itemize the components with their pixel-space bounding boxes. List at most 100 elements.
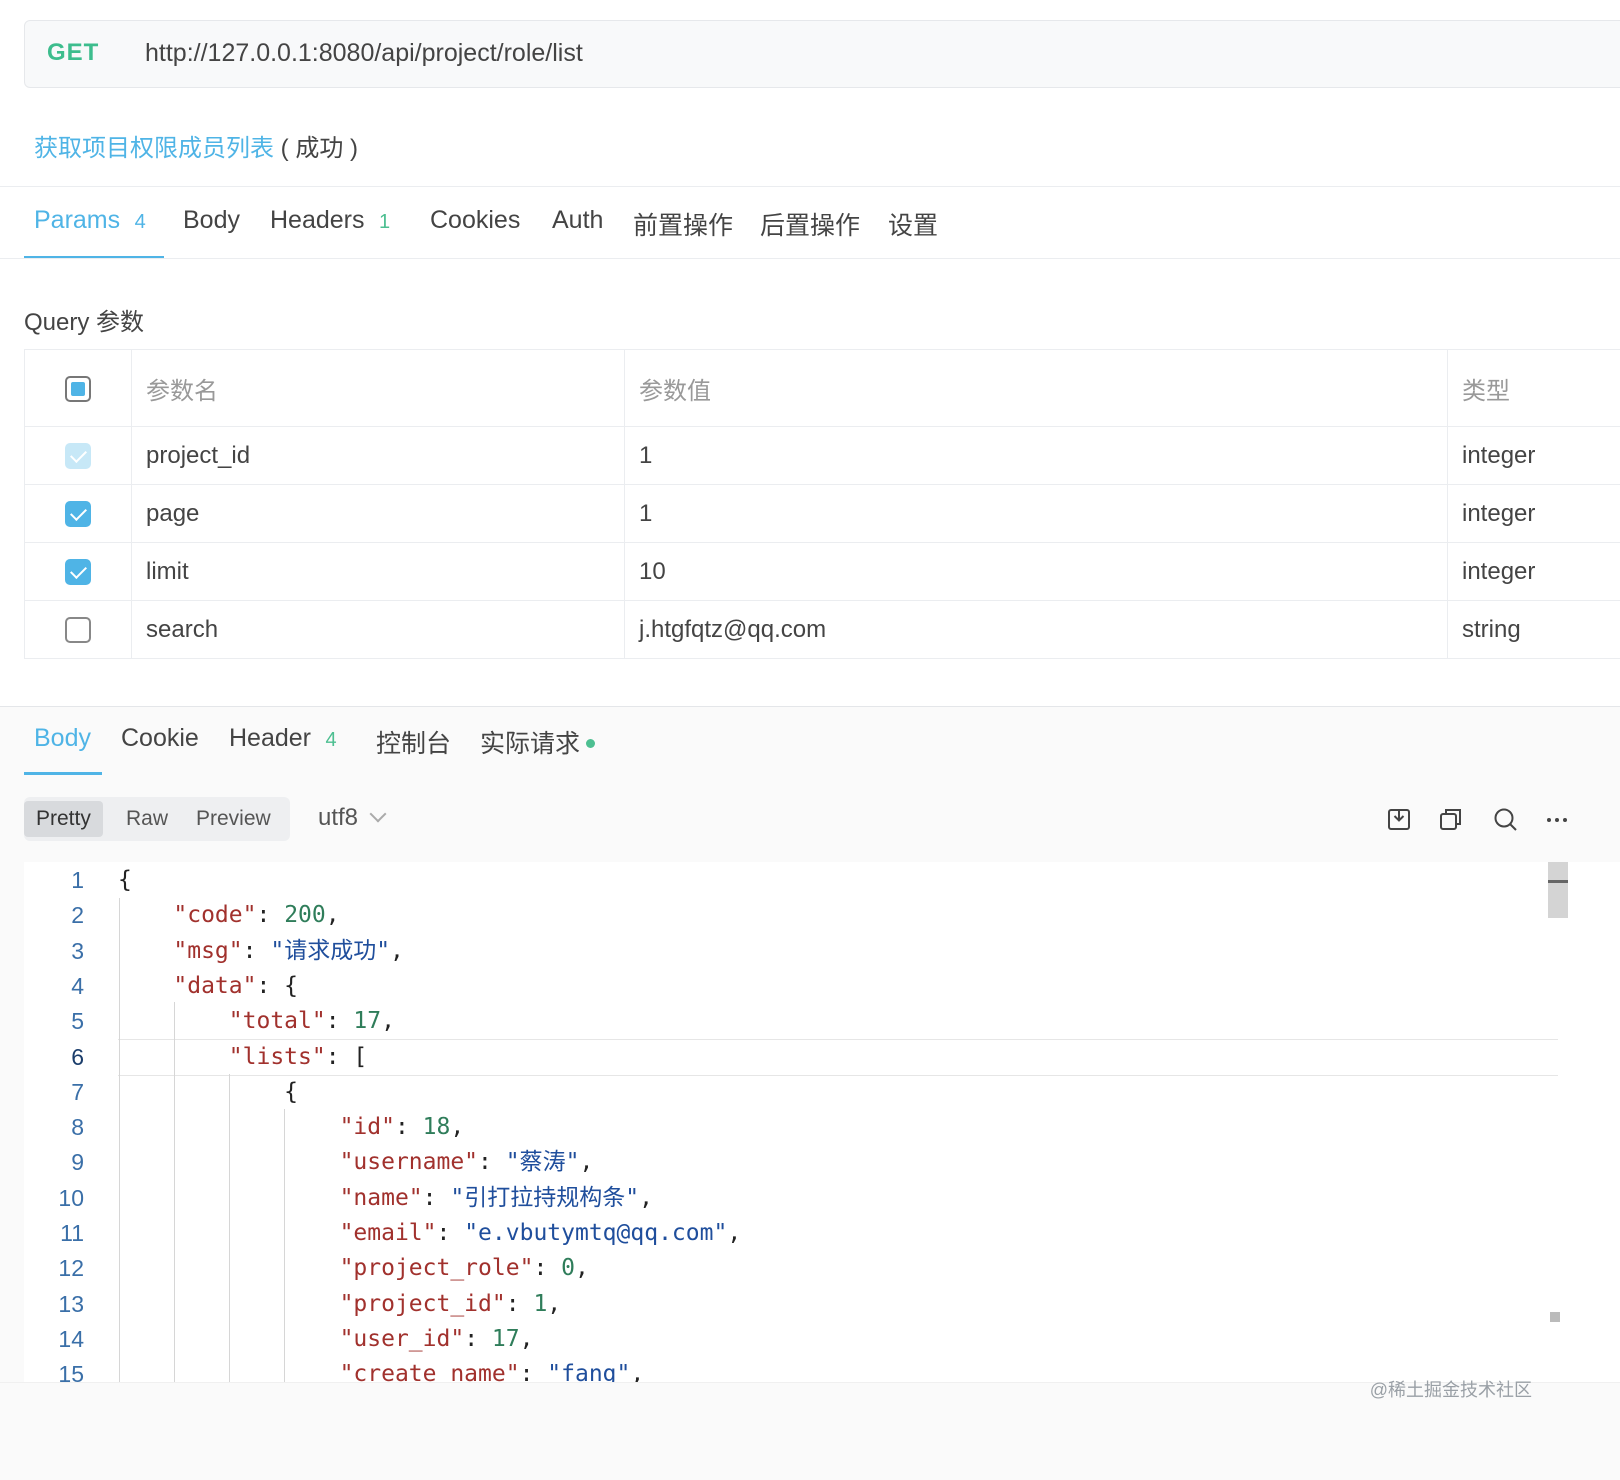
param-name[interactable]: page <box>131 484 625 543</box>
active-resp-tab-indicator <box>24 772 102 775</box>
more-icon[interactable] <box>1544 806 1570 832</box>
line-number: 3 <box>71 937 84 964</box>
code-text: "name": "引打拉持规构条", <box>339 1184 653 1211</box>
code-text: "email": "e.vbutymtq@qq.com", <box>339 1220 742 1246</box>
params-count-badge: 4 <box>134 211 146 233</box>
line-number: 14 <box>58 1325 84 1352</box>
tab-params[interactable]: Params 4 <box>34 206 152 235</box>
headers-count-badge: 1 <box>378 211 391 233</box>
resp-tab-actual-request[interactable]: 实际请求 <box>480 724 596 760</box>
param-value[interactable]: 1 <box>624 484 1448 543</box>
resp-tab-body[interactable]: Body <box>34 724 91 753</box>
row-checkbox[interactable] <box>65 559 91 586</box>
param-value[interactable]: 1 <box>624 426 1448 485</box>
col-header-type: 类型 <box>1447 349 1620 427</box>
table-row: limit 10 integer <box>24 542 1620 601</box>
line-number: 10 <box>58 1184 84 1211</box>
param-name[interactable]: limit <box>131 542 625 601</box>
row-checkbox[interactable] <box>65 501 91 528</box>
col-header-name: 参数名 <box>131 349 625 427</box>
code-text: "total": 17, <box>228 1008 395 1035</box>
select-all-checkbox[interactable] <box>65 375 91 402</box>
tab-cookies[interactable]: Cookies <box>430 206 520 235</box>
line-number: 5 <box>71 1008 84 1035</box>
params-table: 参数名 参数值 类型 project_id 1 integer page 1 i… <box>24 349 1620 659</box>
divider <box>0 258 1620 259</box>
code-text: { <box>118 867 132 893</box>
status-dot-icon <box>586 739 596 748</box>
http-method[interactable]: GET <box>47 39 99 67</box>
line-number: 12 <box>58 1255 84 1282</box>
code-text: "user_id": 17, <box>339 1325 534 1352</box>
line-number: 4 <box>71 972 84 999</box>
tab-pre-request[interactable]: 前置操作 <box>633 206 733 242</box>
line-number: 8 <box>71 1114 84 1141</box>
chevron-down-icon <box>369 805 387 823</box>
table-header-row: 参数名 参数值 类型 <box>24 349 1620 427</box>
code-line: 13 "project_id": 1, <box>24 1286 1620 1322</box>
code-text: { <box>118 1078 299 1105</box>
col-header-value: 参数值 <box>624 349 1448 427</box>
code-line: 3 "msg": "请求成功", <box>24 933 1620 969</box>
param-name[interactable]: project_id <box>131 426 625 485</box>
api-title: 获取项目权限成员列表 ( 成功 ) <box>34 128 358 163</box>
url-bar[interactable]: GET http://127.0.0.1:8080/api/project/ro… <box>24 20 1620 88</box>
divider <box>0 186 1620 187</box>
code-line: 5 "total": 17, <box>24 1003 1620 1039</box>
param-type[interactable]: integer <box>1447 426 1620 485</box>
code-line: 12 "project_role": 0, <box>24 1250 1620 1286</box>
line-number: 15 <box>58 1361 84 1382</box>
code-line: 14 "user_id": 17, <box>24 1321 1620 1357</box>
view-mode-raw[interactable]: Raw <box>114 801 180 837</box>
line-number: 2 <box>71 902 84 929</box>
response-body-editor[interactable]: 1{2 "code": 200, 3 "msg": "请求成功", 4 "data"… <box>24 862 1620 1382</box>
code-text: "msg": "请求成功", <box>173 937 404 964</box>
code-line: 9 "username": "蔡涛", <box>24 1144 1620 1180</box>
resp-tab-cookie[interactable]: Cookie <box>121 724 199 753</box>
api-name-link[interactable]: 获取项目权限成员列表 <box>34 135 274 162</box>
param-name[interactable]: search <box>131 600 625 659</box>
row-checkbox[interactable] <box>65 617 91 644</box>
url-input[interactable]: http://127.0.0.1:8080/api/project/role/l… <box>145 39 583 68</box>
code-line: 6 "lists": [ <box>24 1039 1620 1075</box>
tab-body[interactable]: Body <box>183 206 240 235</box>
view-mode-preview[interactable]: Preview <box>184 801 283 837</box>
table-row: page 1 integer <box>24 484 1620 543</box>
line-number: 6 <box>71 1043 84 1070</box>
code-line: 11 "email": "e.vbutymtq@qq.com", <box>24 1215 1620 1251</box>
tab-auth[interactable]: Auth <box>552 206 603 235</box>
scrollbar[interactable] <box>1548 862 1568 918</box>
param-type[interactable]: integer <box>1447 484 1620 543</box>
code-text: "create_name": "fang", <box>339 1361 645 1382</box>
code-text: "data": { <box>173 972 299 999</box>
resp-tab-header[interactable]: Header 4 <box>229 724 343 753</box>
tab-headers[interactable]: Headers 1 <box>270 206 397 235</box>
line-number: 7 <box>71 1078 84 1105</box>
line-number: 13 <box>58 1290 84 1317</box>
tab-settings[interactable]: 设置 <box>888 206 938 242</box>
tab-post-request[interactable]: 后置操作 <box>760 206 860 242</box>
view-mode-pretty[interactable]: Pretty <box>24 801 103 837</box>
code-line: 2 "code": 200, <box>24 897 1620 933</box>
encoding-select[interactable]: utf8 <box>318 804 387 832</box>
save-icon[interactable] <box>1386 806 1412 832</box>
param-value[interactable]: 10 <box>624 542 1448 601</box>
code-line: 8 "id": 18, <box>24 1109 1620 1145</box>
code-text: "project_role": 0, <box>339 1255 589 1282</box>
row-checkbox[interactable] <box>65 443 91 470</box>
code-text: "project_id": 1, <box>339 1290 562 1317</box>
table-row: project_id 1 integer <box>24 426 1620 485</box>
code-text: "lists": [ <box>228 1043 368 1070</box>
line-number: 9 <box>71 1149 84 1176</box>
search-icon[interactable] <box>1492 806 1518 832</box>
scroll-marker <box>1548 880 1568 883</box>
scroll-marker <box>1550 1312 1560 1322</box>
resp-header-count-badge: 4 <box>325 729 337 751</box>
code-line: 4 "data": { <box>24 968 1620 1004</box>
param-value[interactable]: j.htgfqtz@qq.com <box>624 600 1448 659</box>
line-number: 1 <box>71 867 84 893</box>
copy-icon[interactable] <box>1438 806 1464 832</box>
param-type[interactable]: string <box>1447 600 1620 659</box>
param-type[interactable]: integer <box>1447 542 1620 601</box>
resp-tab-console[interactable]: 控制台 <box>376 724 451 760</box>
